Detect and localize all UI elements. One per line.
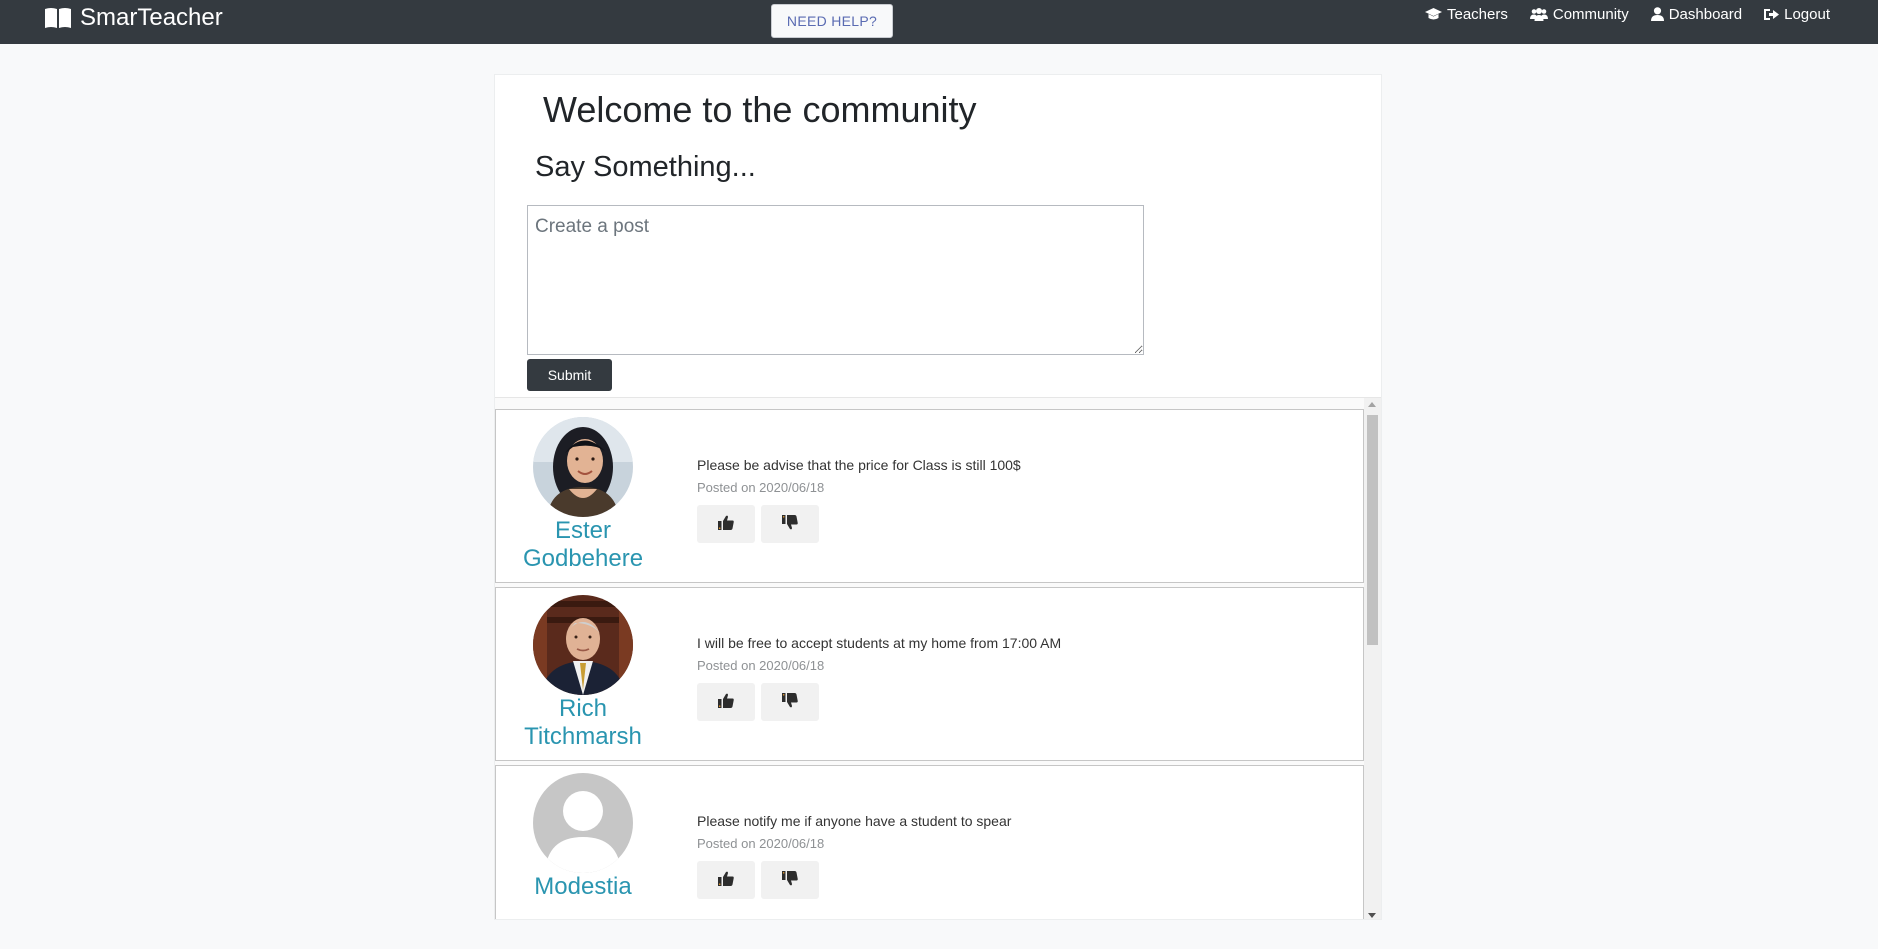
submit-button[interactable]: Submit xyxy=(527,359,612,391)
avatar[interactable] xyxy=(533,595,633,695)
post-date: Posted on 2020/06/18 xyxy=(697,658,825,673)
post-date: Posted on 2020/06/18 xyxy=(697,480,825,495)
thumbs-down-icon xyxy=(782,871,798,889)
post-item: Ester Godbehere Please be advise that th… xyxy=(495,409,1364,583)
author-name[interactable]: Rich Titchmarsh xyxy=(504,695,662,751)
book-icon xyxy=(44,7,72,29)
user-icon xyxy=(1650,7,1664,21)
dislike-button[interactable] xyxy=(761,683,819,721)
top-navbar: SmarTeacher NEED HELP? Teachers Communit… xyxy=(0,0,1878,44)
posts-feed[interactable]: Ester Godbehere Please be advise that th… xyxy=(495,397,1381,919)
scroll-up-arrow-icon[interactable] xyxy=(1368,402,1376,407)
thumbs-up-icon xyxy=(718,693,734,711)
compose-heading: Say Something... xyxy=(535,151,756,183)
nav-dashboard[interactable]: Dashboard xyxy=(1650,5,1743,23)
nav-dashboard-label: Dashboard xyxy=(1668,5,1743,23)
like-button[interactable] xyxy=(697,683,755,721)
author-name[interactable]: Modestia xyxy=(504,873,662,901)
post-text: I will be free to accept students at my … xyxy=(697,635,1062,651)
thumbs-up-icon xyxy=(718,871,734,889)
avatar[interactable] xyxy=(533,773,633,873)
post-item: Rich Titchmarsh I will be free to accept… xyxy=(495,587,1364,761)
nav-logout[interactable]: Logout xyxy=(1764,6,1830,23)
community-card: Welcome to the community Say Something..… xyxy=(494,74,1382,920)
need-help-button[interactable]: NEED HELP? xyxy=(771,4,893,38)
brand-logo[interactable]: SmarTeacher xyxy=(44,3,223,33)
scrollbar-thumb[interactable] xyxy=(1367,415,1378,645)
nav-teachers[interactable]: Teachers xyxy=(1424,5,1508,23)
scroll-down-arrow-icon[interactable] xyxy=(1368,913,1376,918)
post-text: Please be advise that the price for Clas… xyxy=(697,457,1021,473)
like-button[interactable] xyxy=(697,505,755,543)
nav-teachers-label: Teachers xyxy=(1446,5,1508,23)
page-title: Welcome to the community xyxy=(543,89,977,130)
dislike-button[interactable] xyxy=(761,505,819,543)
post-date: Posted on 2020/06/18 xyxy=(697,836,825,851)
create-post-input[interactable] xyxy=(527,205,1144,355)
thumbs-down-icon xyxy=(782,693,798,711)
thumbs-down-icon xyxy=(782,515,798,533)
post-text: Please notify me if anyone have a studen… xyxy=(697,813,1012,829)
sign-out-icon xyxy=(1764,8,1780,21)
feed-scrollbar[interactable] xyxy=(1364,398,1381,919)
users-icon xyxy=(1529,7,1548,21)
nav-links: Teachers Community Dashboard Logout xyxy=(1424,4,1830,24)
nav-logout-label: Logout xyxy=(1784,5,1830,23)
dislike-button[interactable] xyxy=(761,861,819,899)
nav-community[interactable]: Community xyxy=(1529,5,1629,23)
author-name[interactable]: Ester Godbehere xyxy=(504,517,662,573)
avatar[interactable] xyxy=(533,417,633,517)
brand-name: SmarTeacher xyxy=(80,4,223,31)
nav-community-label: Community xyxy=(1552,5,1629,23)
post-item: Modestia Please notify me if anyone have… xyxy=(495,765,1364,919)
like-button[interactable] xyxy=(697,861,755,899)
thumbs-up-icon xyxy=(718,515,734,533)
graduation-cap-icon xyxy=(1424,7,1442,21)
